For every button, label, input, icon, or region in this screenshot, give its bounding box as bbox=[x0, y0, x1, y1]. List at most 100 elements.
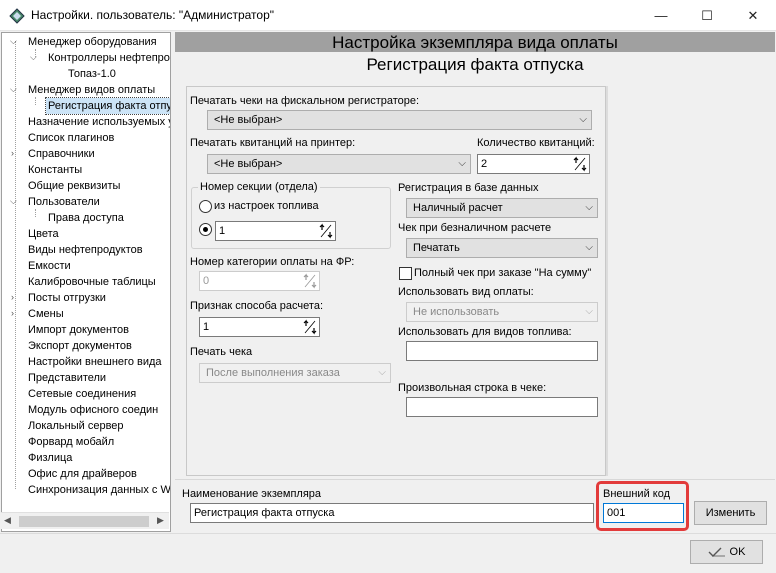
print-receipts-select[interactable]: <Не выбран> ⌵ bbox=[207, 154, 471, 174]
use-payment-label: Использовать вид оплаты: bbox=[398, 286, 534, 298]
spinner-icon[interactable] bbox=[302, 273, 318, 289]
custom-line-input[interactable] bbox=[406, 397, 598, 417]
tree-item-label: Форвард мобайл bbox=[28, 436, 115, 448]
chevron-down-icon: ⌵ bbox=[458, 158, 466, 169]
scroll-right-icon[interactable]: ▶ bbox=[157, 515, 164, 526]
tree-item-label: Пользователи bbox=[28, 196, 100, 208]
panel-divider bbox=[606, 86, 608, 476]
print-check-select[interactable]: После выполнения заказа ⌵ bbox=[199, 363, 391, 383]
page-subtitle: Регистрация факта отпуска bbox=[366, 55, 584, 74]
receipts-count-value: 2 bbox=[481, 158, 488, 170]
ok-button-label: OK bbox=[729, 546, 746, 558]
tree-item-label: Менеджер видов оплаты bbox=[28, 84, 156, 96]
full-check-label: Полный чек при заказе "На сумму" bbox=[414, 267, 592, 279]
cashless-label: Чек при безналичном расчете bbox=[398, 222, 552, 234]
tree-item-label: Синхронизация данных с W bbox=[28, 484, 171, 496]
tree-item-label: Константы bbox=[28, 164, 83, 176]
full-check-checkbox[interactable] bbox=[399, 267, 412, 280]
tree-item-label: Представители bbox=[28, 372, 107, 384]
ok-button[interactable]: OK bbox=[690, 540, 763, 564]
spinner-icon[interactable] bbox=[318, 223, 334, 239]
fr-category-input[interactable]: 0 bbox=[199, 271, 320, 291]
tree-item-label: Экспорт документов bbox=[28, 340, 132, 352]
tree-item-label: Список плагинов bbox=[28, 132, 115, 144]
change-button-label: Изменить bbox=[705, 507, 756, 519]
use-fuel-input[interactable] bbox=[406, 341, 598, 361]
minimize-icon[interactable]: — bbox=[638, 0, 684, 31]
scroll-left-icon[interactable]: ◀ bbox=[4, 515, 11, 526]
tree-item-label: Импорт документов bbox=[28, 324, 129, 336]
radio-section-number[interactable] bbox=[199, 223, 212, 236]
cashless-value: Печатать bbox=[413, 242, 460, 254]
tree-item-label: Топаз-1.0 bbox=[68, 68, 116, 80]
tree-item-label: Емкости bbox=[28, 260, 71, 272]
tree-item-label: Цвета bbox=[28, 228, 59, 240]
tree-item-label: Назначение используемых у bbox=[28, 116, 171, 128]
tree-item-label: Посты отгрузки bbox=[28, 292, 106, 304]
db-reg-label: Регистрация в базе данных bbox=[398, 182, 539, 194]
tree-item-label: Смены bbox=[28, 308, 64, 320]
tree-item-label: Права доступа bbox=[48, 212, 124, 224]
tree-item-label: Менеджер оборудования bbox=[28, 36, 157, 48]
print-fiscal-value: <Не выбран> bbox=[214, 114, 283, 126]
chevron-down-icon: ⌵ bbox=[378, 367, 386, 378]
change-button[interactable]: Изменить bbox=[694, 501, 767, 525]
external-code-input[interactable]: 001 bbox=[603, 503, 684, 523]
checkmark-icon bbox=[708, 547, 725, 557]
print-fiscal-label: Печатать чеки на фискальном регистраторе… bbox=[190, 95, 420, 107]
db-reg-select[interactable]: Наличный расчет ⌵ bbox=[406, 198, 598, 218]
section-number-input[interactable]: 1 bbox=[215, 221, 336, 241]
use-fuel-label: Использовать для видов топлива: bbox=[398, 326, 572, 338]
maximize-icon[interactable]: ☐ bbox=[684, 0, 730, 31]
expand-icon[interactable]: › bbox=[11, 149, 20, 158]
collapse-icon[interactable]: ⌵ bbox=[10, 197, 19, 206]
db-reg-value: Наличный расчет bbox=[413, 202, 503, 214]
instance-name-label: Наименование экземпляра bbox=[182, 488, 322, 500]
radio-fuel-label: из настроек топлива bbox=[214, 200, 319, 212]
external-code-label: Внешний код bbox=[603, 488, 671, 500]
footer-separator bbox=[0, 533, 776, 534]
expand-icon[interactable]: › bbox=[11, 309, 20, 318]
tree-item-label: Офис для драйверов bbox=[28, 468, 137, 480]
page-title: Настройка экземпляра вида оплаты bbox=[332, 33, 618, 52]
collapse-icon[interactable]: ⌵ bbox=[30, 53, 39, 62]
tree-item-label: Регистрация факта отпу bbox=[45, 97, 170, 115]
spinner-icon[interactable] bbox=[302, 319, 318, 335]
chevron-down-icon: ⌵ bbox=[579, 114, 587, 125]
tree-item-label: Виды нефтепродуктов bbox=[28, 244, 143, 256]
use-payment-select[interactable]: Не использовать ⌵ bbox=[406, 302, 598, 322]
calc-method-label: Признак способа расчета: bbox=[190, 300, 323, 312]
receipts-count-input[interactable]: 2 bbox=[477, 154, 590, 174]
custom-line-label: Произвольная строка в чеке: bbox=[398, 382, 547, 394]
radio-fuel-settings[interactable] bbox=[199, 200, 212, 213]
tree-item-label: Локальный сервер bbox=[28, 420, 124, 432]
cashless-select[interactable]: Печатать ⌵ bbox=[406, 238, 598, 258]
tree-horizontal-scrollbar[interactable]: ◀ ▶ bbox=[1, 512, 169, 529]
settings-tree[interactable]: ⌵ Менеджер оборудования ⌵ Контроллеры не… bbox=[1, 32, 171, 532]
close-icon[interactable]: ✕ bbox=[730, 0, 776, 31]
fr-category-value: 0 bbox=[203, 275, 210, 287]
spinner-icon[interactable] bbox=[572, 156, 588, 172]
instance-name-input[interactable]: Регистрация факта отпуска bbox=[190, 503, 594, 523]
expand-icon[interactable]: › bbox=[11, 293, 20, 302]
chevron-down-icon: ⌵ bbox=[585, 306, 593, 317]
collapse-icon[interactable]: ⌵ bbox=[10, 37, 19, 46]
print-check-value: После выполнения заказа bbox=[206, 367, 340, 379]
print-fiscal-select[interactable]: <Не выбран> ⌵ bbox=[207, 110, 592, 130]
window-title: Настройки. пользователь: "Администратор" bbox=[31, 8, 275, 22]
print-check-label: Печать чека bbox=[190, 346, 253, 358]
scroll-thumb[interactable] bbox=[19, 516, 149, 527]
tree-item-label: Модуль офисного соедин bbox=[28, 404, 159, 416]
chevron-down-icon: ⌵ bbox=[585, 202, 593, 213]
collapse-icon[interactable]: ⌵ bbox=[10, 85, 19, 94]
tree-item-label: Общие реквизиты bbox=[28, 180, 121, 192]
tree-item-label: Настройки внешнего вида bbox=[28, 356, 162, 368]
section-group-label: Номер секции (отдела) bbox=[198, 181, 320, 193]
bottom-separator bbox=[175, 479, 775, 480]
receipts-count-label: Количество квитанций: bbox=[477, 137, 595, 149]
fr-category-label: Номер категории оплаты на ФР: bbox=[190, 256, 355, 268]
calc-method-input[interactable]: 1 bbox=[199, 317, 320, 337]
print-receipts-value: <Не выбран> bbox=[214, 158, 283, 170]
tree-item-label: Справочники bbox=[28, 148, 95, 160]
section-value: 1 bbox=[219, 225, 226, 237]
